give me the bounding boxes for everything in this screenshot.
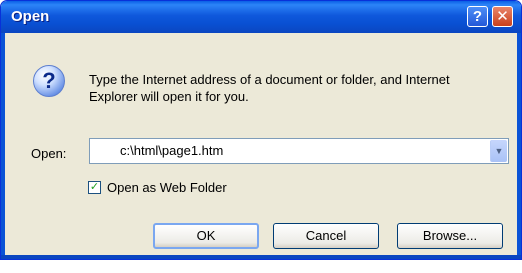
window-border-bottom (1, 255, 521, 259)
open-dialog: Open ? ✕ ? Type the Internet address of … (0, 0, 522, 260)
web-folder-label[interactable]: Open as Web Folder (107, 180, 227, 195)
dialog-message: Type the Internet address of a document … (89, 72, 450, 104)
question-icon: ? (33, 65, 65, 97)
cancel-button[interactable]: Cancel (273, 223, 379, 249)
address-combobox[interactable]: c:\html\page1.htm ▼ (89, 138, 509, 164)
open-label: Open: (31, 146, 67, 161)
title-bar[interactable]: Open ? ✕ (1, 1, 521, 33)
help-button[interactable]: ? (467, 6, 488, 27)
address-input[interactable]: c:\html\page1.htm (120, 143, 223, 158)
close-button[interactable]: ✕ (492, 6, 513, 27)
window-border-left (1, 33, 5, 259)
ok-button[interactable]: OK (153, 223, 259, 249)
window-title: Open (11, 8, 50, 25)
web-folder-checkbox[interactable]: ✓ (88, 181, 101, 194)
chevron-down-icon[interactable]: ▼ (490, 140, 507, 162)
browse-button[interactable]: Browse... (397, 223, 503, 249)
window-border-right (517, 33, 521, 259)
